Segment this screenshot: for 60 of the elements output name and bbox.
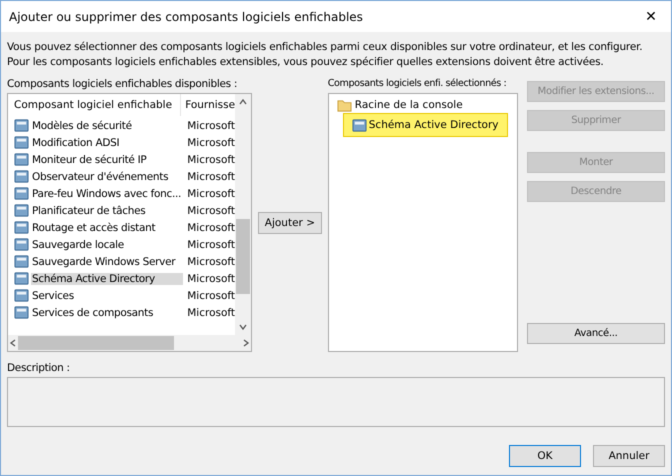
vendor-cell-text: Microsoft [186,120,236,132]
snap-in-item[interactable]: Schéma Active Directory [31,272,184,284]
scroll-thumb[interactable] [18,336,174,350]
vendor-cell-text: Microsoft [186,204,236,216]
ok-button[interactable]: OK [509,445,581,467]
description-label: Description : [7,362,71,376]
snap-in-icon [14,254,29,269]
window-title: Ajouter ou supprimer des composants logiciels enfichables [9,10,363,24]
snap-in-item[interactable]: Services [31,290,184,302]
snap-in-icon [14,237,29,252]
vendor-cell-text: Microsoft [186,272,236,284]
intro-text: Vous pouvez sélectionner des composants logiciels enfichables parmi ceux disponibles sur votre ordinateur, et les configurer. Pour les composants logiciels enfichables extensibles, vous pouvez spécifier quelles extensions doivent être activées. [7,40,644,70]
scroll-up-icon[interactable] [238,97,248,107]
snap-in-icon [14,169,29,184]
horizontal-scrollbar[interactable] [8,335,252,351]
advanced-button[interactable]: Avancé... [527,323,665,344]
add-button[interactable]: Ajouter > [258,212,322,234]
snap-in-icon [352,118,367,132]
snap-in-icon [14,203,29,218]
tree-item[interactable]: Schéma Active Directory [342,113,508,137]
cancel-button[interactable]: Annuler [593,445,665,467]
snap-in-item[interactable]: Planificateur de tâches [31,204,184,216]
selected-label: Composants logiciels enfi. sélectionnés : [328,78,508,91]
snap-in-icon [14,288,29,303]
snap-in-item[interactable]: Observateur d'événements [31,170,184,182]
vendor-cell-text: Microsoft [186,154,236,166]
snap-in-icon [14,152,29,167]
available-label: Composants logiciels enfichables disponibles : [7,78,238,92]
snap-in-icon [14,135,29,150]
snap-in-icon [14,220,29,235]
column-header[interactable]: Fournisse [181,99,236,111]
scroll-right-icon[interactable] [241,338,252,348]
folder-icon [336,98,352,112]
column-header[interactable]: Composant logiciel enfichable [10,94,182,116]
scroll-thumb[interactable] [236,218,250,294]
tree-item[interactable]: Racine de la console [354,99,464,111]
snap-in-item[interactable]: Sauvegarde Windows Server [31,256,184,268]
snap-in-item[interactable]: Routage et accès distant [31,222,184,234]
vendor-cell-text: Microsoft [186,170,236,182]
snap-in-icon [14,305,29,320]
vertical-scrollbar[interactable] [235,94,252,335]
snap-in-item[interactable]: Sauvegarde locale [31,238,184,250]
scroll-left-icon[interactable] [8,338,18,348]
snap-in-item[interactable]: Moniteur de sécurité IP [31,154,184,166]
vendor-cell-text: Microsoft [186,256,236,268]
vendor-cell-text: Microsoft [186,306,236,318]
snap-in-icon [14,118,29,133]
snap-in-item[interactable]: Services de composants [31,306,184,318]
snap-in-item[interactable]: Pare-feu Windows avec fonc... [31,188,184,200]
snap-in-icon [14,271,29,286]
vendor-cell-text: Microsoft [186,290,236,302]
vendor-cell-text: Microsoft [186,136,236,148]
close-button[interactable]: ✕ [631,2,671,32]
scroll-down-icon[interactable] [238,322,248,332]
snap-in-item[interactable]: Modèles de sécurité [31,120,184,132]
snap-in-icon [14,186,29,201]
vendor-cell-text: Microsoft [186,188,236,200]
vendor-cell-text: Microsoft [186,222,236,234]
vendor-cell-text: Microsoft [186,238,236,250]
snap-in-item[interactable]: Modification ADSI [31,136,184,148]
